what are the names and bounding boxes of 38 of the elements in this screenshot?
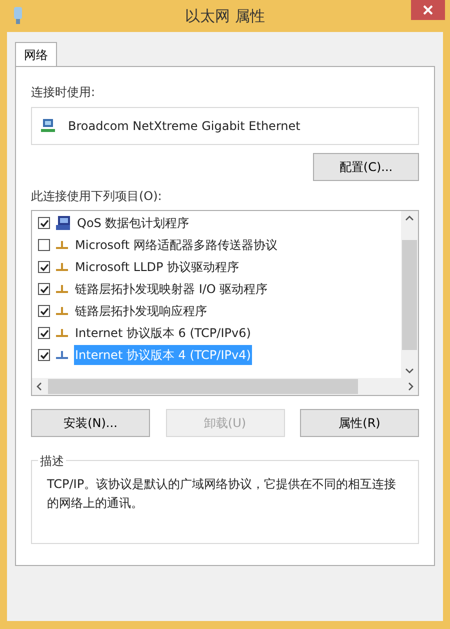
scroll-up-icon xyxy=(405,215,414,221)
list-item[interactable]: QoS 数据包计划程序 xyxy=(76,213,190,233)
horizontal-scrollbar[interactable] xyxy=(32,378,418,395)
network-icon xyxy=(55,306,69,316)
checkbox[interactable] xyxy=(38,349,50,361)
network-icon xyxy=(55,328,69,338)
list-item[interactable]: Microsoft LLDP 协议驱动程序 xyxy=(74,257,240,277)
close-button[interactable] xyxy=(411,0,445,20)
adapter-name: Broadcom NetXtreme Gigabit Ethernet xyxy=(68,118,300,135)
vertical-scrollbar[interactable] xyxy=(401,211,418,378)
checkbox[interactable] xyxy=(38,239,50,251)
network-icon xyxy=(55,350,69,360)
list-item[interactable]: Internet 协议版本 6 (TCP/IPv6) xyxy=(74,323,252,343)
list-item[interactable]: Microsoft 网络适配器多路传送器协议 xyxy=(74,235,278,255)
checkbox[interactable] xyxy=(38,283,50,295)
network-icon xyxy=(55,240,69,250)
action-button[interactable]: 属性(R) xyxy=(300,409,419,437)
action-button[interactable]: 安装(N)... xyxy=(31,409,150,437)
checkbox[interactable] xyxy=(38,327,50,339)
scroll-right-icon xyxy=(408,382,414,391)
checkbox[interactable] xyxy=(38,305,50,317)
items-label: 此连接使用下列项目(O): xyxy=(31,188,163,205)
description-legend: 描述 xyxy=(38,452,66,470)
checkbox[interactable] xyxy=(38,217,50,229)
computer-icon xyxy=(55,215,71,231)
scroll-left-icon xyxy=(36,382,42,391)
list-item[interactable]: 链路层拓扑发现响应程序 xyxy=(74,301,208,321)
description-text: TCP/IP。该协议是默认的广域网络协议，它提供在不同的相互连接的网络上的通讯。 xyxy=(47,476,398,512)
list-item[interactable]: 链路层拓扑发现映射器 I/O 驱动程序 xyxy=(74,279,269,299)
window-title: 以太网 属性 xyxy=(185,6,265,27)
close-icon xyxy=(423,5,433,15)
checkbox[interactable] xyxy=(38,261,50,273)
connect-using-label: 连接时使用: xyxy=(31,84,96,101)
configure-button[interactable]: 配置(C)... xyxy=(313,153,419,181)
network-icon xyxy=(55,262,69,272)
tab[interactable]: 网络 xyxy=(15,42,57,66)
network-icon xyxy=(55,284,69,294)
scroll-down-icon xyxy=(405,368,414,374)
